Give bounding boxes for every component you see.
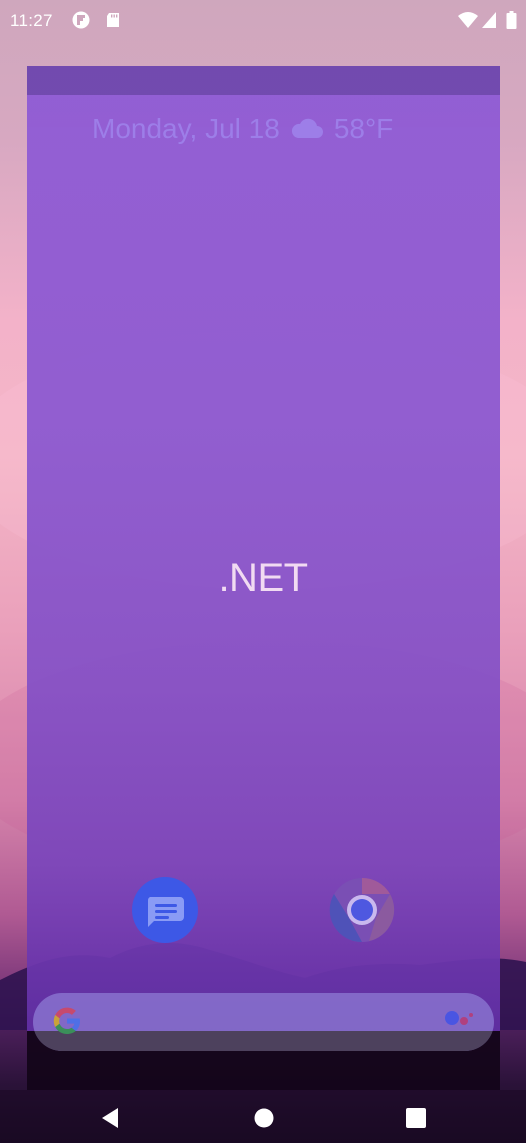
app-titlebar	[27, 66, 500, 95]
back-icon[interactable]	[99, 1107, 121, 1129]
messages-app-icon[interactable]	[132, 877, 198, 943]
status-time: 11:27	[10, 11, 53, 30]
at-a-glance-widget[interactable]: Monday, Jul 18 58°F	[92, 112, 393, 146]
search-bar-shade	[33, 1031, 494, 1051]
chrome-app-icon[interactable]	[329, 877, 395, 943]
flipboard-icon	[72, 11, 90, 29]
google-g-icon	[53, 1007, 80, 1034]
chrome-icon	[329, 877, 395, 943]
cell-signal-icon	[482, 12, 496, 28]
temperature-label: 58°F	[333, 113, 394, 144]
wifi-icon	[458, 12, 478, 28]
messages-icon	[147, 897, 184, 927]
battery-icon	[506, 11, 517, 29]
app-title: .NET	[218, 556, 308, 600]
sd-card-icon	[107, 13, 119, 27]
android-home-screen: 11:27 Monday, Jul 18 58°F .NET	[0, 0, 526, 1143]
google-assistant-icon[interactable]	[443, 1008, 479, 1028]
cloud-icon	[291, 118, 323, 138]
home-icon[interactable]	[253, 1107, 275, 1129]
date-label: Monday, Jul 18	[92, 113, 280, 144]
recents-icon[interactable]	[405, 1107, 427, 1129]
status-bar: 11:27	[0, 0, 526, 44]
google-search-bar[interactable]	[33, 993, 494, 1051]
